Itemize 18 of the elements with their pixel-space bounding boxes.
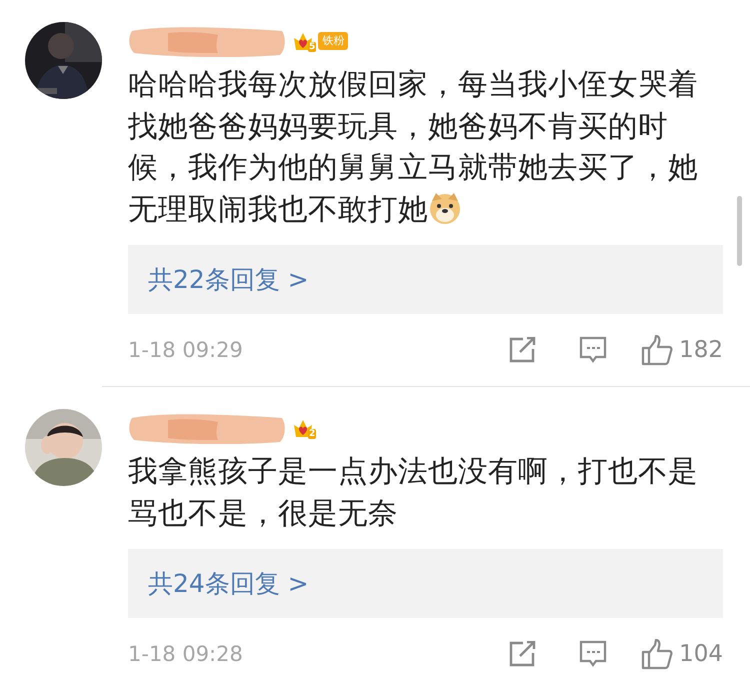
comment-icon[interactable] — [579, 336, 608, 364]
comment-text: 我拿熊孩子是一点办法也没有啊，打也不是骂也不是，很是无奈 — [128, 453, 699, 532]
scrollbar — [737, 196, 742, 266]
replies-link[interactable]: 共24条回复 > — [128, 549, 723, 618]
like-count: 104 — [679, 641, 723, 667]
comment-text: 哈哈哈我每次放假回家，每当我小侄女哭着找她爸爸妈妈要玩具，她爸妈不肯买的时候，我作为他的舅舅立马就带她去买了，她无理取闹我也不敢打她 — [128, 66, 699, 228]
comment-time: 1-18 09:29 — [128, 338, 244, 362]
like-count: 182 — [679, 337, 723, 363]
like-icon[interactable] — [641, 638, 674, 670]
comment-icon[interactable] — [579, 640, 608, 668]
replies-link[interactable]: 共22条回复 > — [128, 245, 723, 314]
comment-time: 1-18 09:28 — [128, 642, 244, 666]
like-icon[interactable] — [641, 334, 674, 366]
share-icon[interactable] — [509, 641, 538, 667]
level-number: 5 — [308, 42, 316, 52]
level-number: 2 — [308, 429, 316, 439]
share-icon[interactable] — [509, 337, 538, 363]
fan-badge: 铁粉 — [318, 32, 348, 50]
